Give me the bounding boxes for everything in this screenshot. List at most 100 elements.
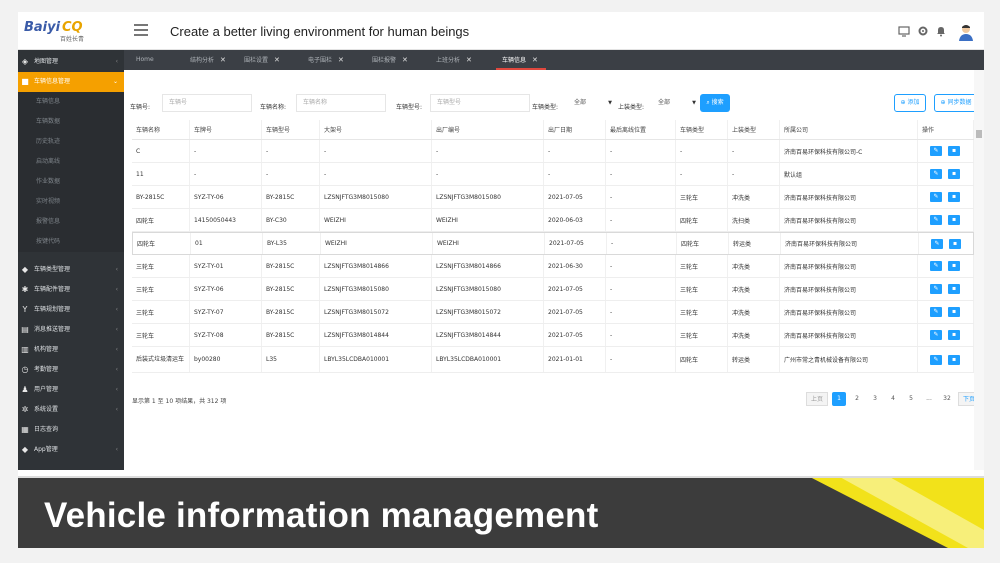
delete-button[interactable]: ▪ xyxy=(948,169,960,179)
table-row[interactable]: 四轮车 01 BY-L35 WEIZHI WEIZHI 2021-07-05- 四轮车 转运类… xyxy=(132,232,975,255)
scrollbar-thumb[interactable] xyxy=(976,130,982,138)
delete-button[interactable]: ▪ xyxy=(949,239,961,249)
close-icon[interactable]: ✕ xyxy=(402,56,408,64)
table-row[interactable]: 三轮车 SYZ-TY-07 BY-2815C LZSNJFTG3M8015072 LZS… xyxy=(132,301,974,324)
tab-fence-settings[interactable]: 围栏设置 ✕ xyxy=(244,50,280,70)
monitor-icon[interactable] xyxy=(898,25,910,37)
table-row[interactable]: 后装式垃圾清运车 by00280 L35 LBYL35LCDBA010001 LBYL3… xyxy=(132,347,974,373)
delete-button[interactable]: ▪ xyxy=(948,192,960,202)
delete-button[interactable]: ▪ xyxy=(948,355,960,365)
delete-button[interactable]: ▪ xyxy=(948,330,960,340)
edit-button[interactable]: ✎ xyxy=(930,355,942,365)
edit-button[interactable]: ✎ xyxy=(930,330,942,340)
column-header[interactable]: 所属公司 xyxy=(780,120,918,139)
close-icon[interactable]: ✕ xyxy=(274,56,280,64)
close-icon[interactable]: ✕ xyxy=(532,56,538,64)
logo[interactable]: Baiyi CQ 百姓长青 xyxy=(24,20,96,44)
tab-structure-analysis[interactable]: 结构分析 ✕ xyxy=(190,50,226,70)
user-avatar-icon[interactable] xyxy=(956,22,976,42)
search-button[interactable]: ⌕ 搜索 xyxy=(700,94,730,112)
sidebar-item-label: App管理 xyxy=(34,446,58,453)
column-header[interactable]: 上装类型 xyxy=(728,120,780,139)
close-icon[interactable]: ✕ xyxy=(466,56,472,64)
add-button[interactable]: ⊕ 添加 xyxy=(894,94,926,112)
sidebar-item-message-push[interactable]: ▤ 消息推送管理 ‹ xyxy=(18,320,124,340)
upload-type-select[interactable]: 全部 ▼ xyxy=(654,94,698,112)
column-header[interactable]: 车牌号 xyxy=(190,120,262,139)
edit-button[interactable]: ✎ xyxy=(930,307,942,317)
page-button[interactable]: 3 xyxy=(868,392,882,406)
vertical-scrollbar[interactable] xyxy=(974,70,984,480)
column-header[interactable]: 出厂编号 xyxy=(432,120,544,139)
column-header[interactable]: 车辆名称 xyxy=(132,120,190,139)
edit-button[interactable]: ✎ xyxy=(930,146,942,156)
menu-toggle-icon[interactable] xyxy=(134,24,148,36)
sync-button[interactable]: ⊕ 同步数据 xyxy=(934,94,978,112)
sidebar-subitem[interactable]: 按键代码 xyxy=(18,232,124,252)
table-row[interactable]: 三轮车 SYZ-TY-08 BY-2815C LZSNJFTG3M8014844 LZS… xyxy=(132,324,974,347)
table-row[interactable]: 三轮车 SYZ-TY-06 BY-2815C LZSNJFTG3M8015080 LZS… xyxy=(132,278,974,301)
sidebar-subitem[interactable]: 车辆信息 xyxy=(18,92,124,112)
sidebar-item-vehicle-type[interactable]: ◆ 车辆类型管理 ‹ xyxy=(18,260,124,280)
sidebar-subitem[interactable]: 车辆数据 xyxy=(18,112,124,132)
tab-fence-alarm[interactable]: 围栏报警 ✕ xyxy=(372,50,408,70)
sidebar-subitem[interactable]: 作业数据 xyxy=(18,172,124,192)
tab-electronic-fence[interactable]: 电子围栏 ✕ xyxy=(308,50,344,70)
table-cell: WEIZHI xyxy=(432,209,544,231)
gear-icon[interactable] xyxy=(917,25,929,37)
table-row[interactable]: C - - - - - - - - 济南百易环保科技有限公司-C ✎ ▪ xyxy=(132,140,974,163)
sidebar-item-app[interactable]: ◆ App管理 ‹ xyxy=(18,440,124,460)
vehicle-type-select[interactable]: 全部 ▼ xyxy=(570,94,614,112)
edit-button[interactable]: ✎ xyxy=(930,215,942,225)
vehicle-name-input[interactable]: 车辆名称 xyxy=(296,94,386,112)
sidebar-item-users[interactable]: ♟ 用户管理 ‹ xyxy=(18,380,124,400)
delete-button[interactable]: ▪ xyxy=(948,284,960,294)
delete-button[interactable]: ▪ xyxy=(948,215,960,225)
sidebar-item-vehicle-planning[interactable]: Y 车辆规划管理 ‹ xyxy=(18,300,124,320)
table-row[interactable]: BY-2815C SYZ-TY-06 BY-2815C LZSNJFTG3M80150… xyxy=(132,186,974,209)
sidebar-item-organization[interactable]: ▥ 机构管理 ‹ xyxy=(18,340,124,360)
delete-button[interactable]: ▪ xyxy=(948,146,960,156)
page-button[interactable]: 1 xyxy=(832,392,846,406)
table-cell-actions: ✎ ▪ xyxy=(919,233,975,254)
edit-button[interactable]: ✎ xyxy=(930,169,942,179)
table-row[interactable]: 三轮车 SYZ-TY-01 BY-2815C LZSNJFTG3M8014866 LZS… xyxy=(132,255,974,278)
edit-button[interactable]: ✎ xyxy=(931,239,943,249)
delete-button[interactable]: ▪ xyxy=(948,307,960,317)
column-header[interactable]: 车辆型号 xyxy=(262,120,320,139)
tab-work-analysis[interactable]: 上班分析 ✕ xyxy=(436,50,472,70)
vehicle-model-input[interactable]: 车辆型号 xyxy=(430,94,530,112)
close-icon[interactable]: ✕ xyxy=(338,56,344,64)
sidebar-subitem[interactable]: 实时视频 xyxy=(18,192,124,212)
table-row[interactable]: 11- - - - - - - - 默认组 ✎ ▪ xyxy=(132,163,974,186)
sidebar-subitem[interactable]: 历史轨迹 xyxy=(18,132,124,152)
edit-button[interactable]: ✎ xyxy=(930,192,942,202)
delete-button[interactable]: ▪ xyxy=(948,261,960,271)
prev-page-button[interactable]: 上页 xyxy=(806,392,828,406)
sidebar-item-vehicle-parts[interactable]: ✱ 车辆配件管理 ‹ xyxy=(18,280,124,300)
edit-button[interactable]: ✎ xyxy=(930,261,942,271)
page-button[interactable]: 2 xyxy=(850,392,864,406)
page-button[interactable]: 32 xyxy=(938,392,956,406)
page-button[interactable]: 5 xyxy=(904,392,918,406)
table-cell: 四轮车 xyxy=(677,233,729,254)
column-header[interactable]: 车辆类型 xyxy=(676,120,728,139)
table-row[interactable]: 四轮车 14150050443 BY-C30 WEIZHI WEIZHI 2020-06-… xyxy=(132,209,974,232)
bell-icon[interactable] xyxy=(935,25,947,37)
tab-home[interactable]: Home xyxy=(136,50,154,70)
sidebar-item-system-settings[interactable]: ✲ 系统设置 ‹ xyxy=(18,400,124,420)
sidebar-subitem[interactable]: 报警信息 xyxy=(18,212,124,232)
column-header[interactable]: 最后离线位置 xyxy=(606,120,676,139)
column-header[interactable]: 出厂日期 xyxy=(544,120,606,139)
close-icon[interactable]: ✕ xyxy=(220,56,226,64)
sidebar-item-vehicle-info[interactable]: ■ 车辆信息管理 ⌄ xyxy=(18,72,124,92)
edit-button[interactable]: ✎ xyxy=(930,284,942,294)
page-button[interactable]: 4 xyxy=(886,392,900,406)
sidebar-item-map[interactable]: ◈ 地图管理 ‹ xyxy=(18,52,124,72)
sidebar-item-log-query[interactable]: ▦ 日志查询 xyxy=(18,420,124,440)
plate-input[interactable]: 车辆号 xyxy=(162,94,252,112)
sidebar-item-attendance[interactable]: ◷ 考勤管理 ‹ xyxy=(18,360,124,380)
tab-vehicle-info[interactable]: 车辆信息 ✕ xyxy=(496,50,546,70)
column-header[interactable]: 大架号 xyxy=(320,120,432,139)
sidebar-subitem[interactable]: 启动离线 xyxy=(18,152,124,172)
